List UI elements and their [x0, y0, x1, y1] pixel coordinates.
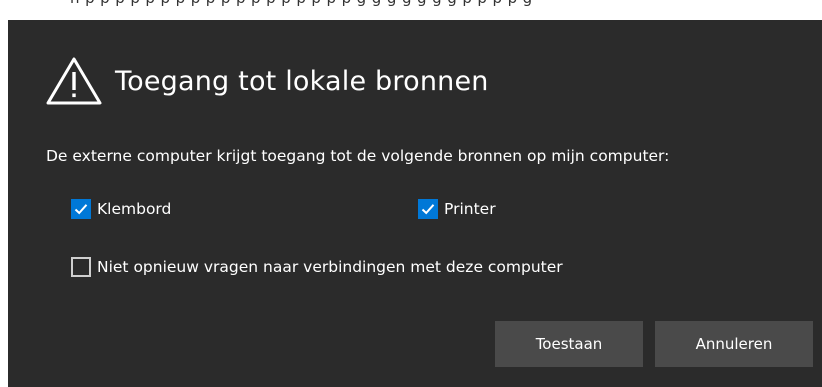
background-window-strip: n p p p p p p p p p p p p p p p p p p g …	[0, 0, 822, 20]
checkbox-clipboard-label: Klembord	[97, 200, 172, 218]
checkbox-clipboard-box[interactable]	[71, 199, 91, 219]
allow-button[interactable]: Toestaan	[495, 321, 643, 367]
checkbox-printer-label: Printer	[444, 200, 496, 218]
checkbox-dont-ask-again[interactable]: Niet opnieuw vragen naar verbindingen me…	[71, 257, 563, 277]
checkbox-dont-ask-again-label: Niet opnieuw vragen naar verbindingen me…	[97, 258, 563, 276]
dialog-header: Toegang tot lokale bronnen	[45, 53, 489, 109]
checkmark-icon	[74, 204, 88, 215]
background-text: n p p p p p p p p p p p p p p p p p p g …	[70, 0, 533, 7]
checkmark-icon	[421, 204, 435, 215]
checkbox-printer-box[interactable]	[418, 199, 438, 219]
dialog-description: De externe computer krijgt toegang tot d…	[46, 147, 670, 165]
dialog-title: Toegang tot lokale bronnen	[115, 65, 489, 97]
background-text-content: n p p p p p p p p p p p p p p p p p p g …	[70, 0, 533, 7]
checkbox-printer[interactable]: Printer	[418, 199, 496, 219]
resource-access-dialog: Toegang tot lokale bronnen De externe co…	[8, 20, 822, 387]
checkbox-dont-ask-again-box[interactable]	[71, 257, 91, 277]
cancel-button[interactable]: Annuleren	[655, 321, 813, 367]
warning-icon	[46, 57, 102, 105]
checkbox-clipboard[interactable]: Klembord	[71, 199, 171, 219]
